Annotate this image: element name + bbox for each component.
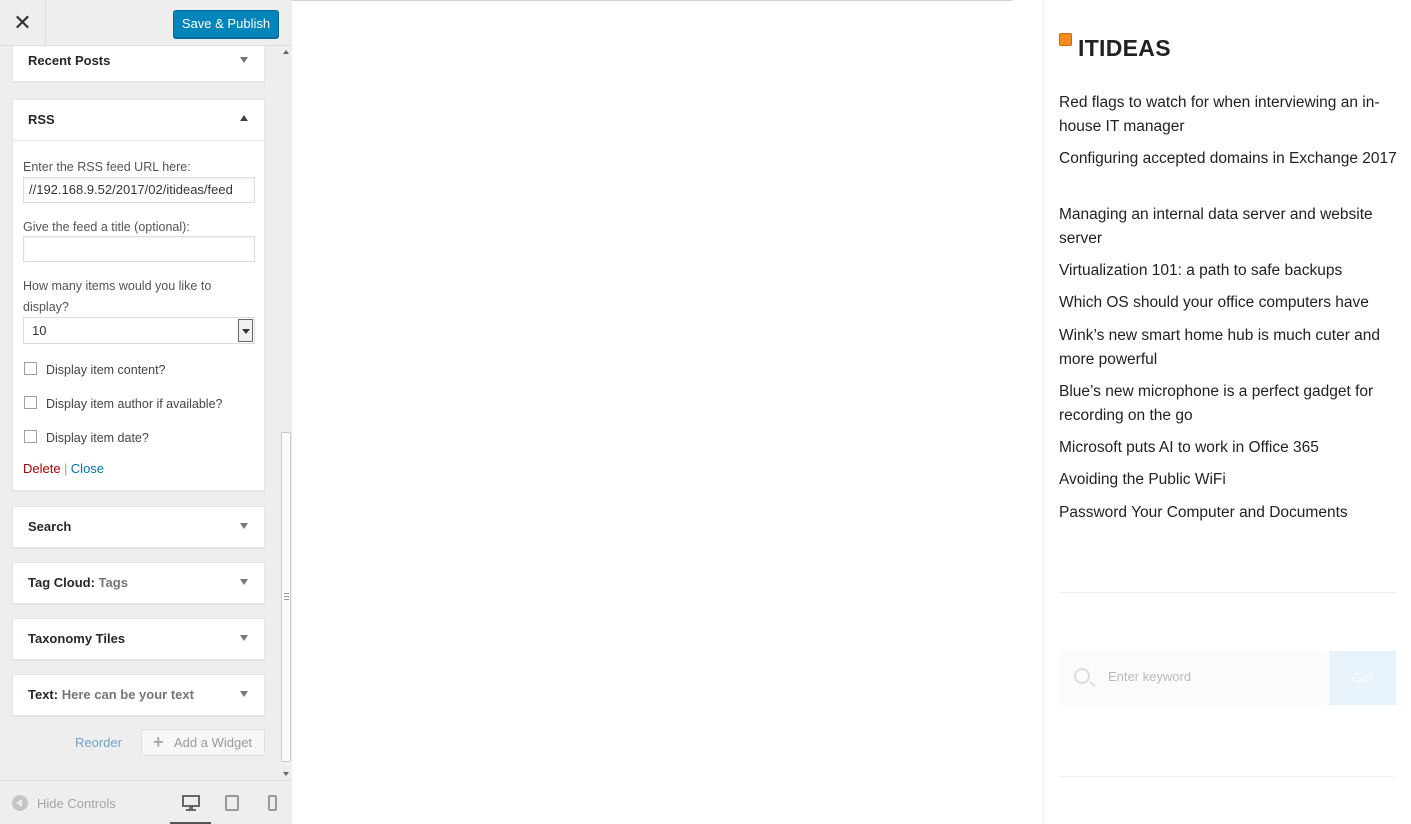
widget-subtitle: Tags xyxy=(98,575,128,590)
widget-title-text: Search xyxy=(28,519,72,534)
hide-controls-label: Hide Controls xyxy=(37,796,116,811)
widget-title[interactable]: Taxonomy Tiles xyxy=(13,619,264,659)
feed-title-input[interactable] xyxy=(23,236,255,262)
chevron-down-icon[interactable] xyxy=(240,691,248,697)
items-count-label: How many items would you like to xyxy=(23,279,212,293)
chevron-down-icon[interactable] xyxy=(240,523,248,529)
rss-url-input[interactable]: //192.168.9.52/2017/02/itideas/feed xyxy=(23,177,255,203)
display-author-checkbox[interactable] xyxy=(24,396,37,409)
rss-url-label: Enter the RSS feed URL here: xyxy=(23,160,191,174)
widget-title[interactable]: RSS xyxy=(13,100,264,140)
chevron-down-icon[interactable] xyxy=(238,319,253,342)
desktop-icon[interactable] xyxy=(182,795,200,811)
search-field[interactable]: Enter keyword xyxy=(1059,651,1327,705)
widget-tag-cloud[interactable]: Tag Cloud: Tags xyxy=(12,562,265,604)
widget-recent-posts[interactable]: Recent Posts xyxy=(12,46,265,82)
feed-item[interactable]: Configuring accepted domains in Exchange… xyxy=(1059,147,1399,171)
widget-text[interactable]: Text: Here can be your text xyxy=(12,674,265,716)
feed-item[interactable]: Password Your Computer and Documents xyxy=(1059,501,1399,525)
close-icon[interactable]: ✕ xyxy=(0,0,46,46)
widget-title[interactable]: Search xyxy=(13,507,264,547)
rss-icon[interactable] xyxy=(1059,33,1072,46)
chevron-up-icon[interactable] xyxy=(240,115,248,121)
chevron-down-icon[interactable] xyxy=(240,579,248,585)
hide-controls-button[interactable]: Hide Controls xyxy=(12,795,116,811)
delete-link[interactable]: Delete xyxy=(23,461,61,476)
widget-title-text: Text: xyxy=(28,687,59,702)
rss-widget-title[interactable]: ITIDEAS xyxy=(1078,35,1171,62)
items-count-label-2: display? xyxy=(23,300,69,314)
feed-item[interactable]: Managing an internal data server and web… xyxy=(1059,203,1399,250)
widget-title-text: Recent Posts xyxy=(28,53,111,68)
panel-scrollbar[interactable] xyxy=(280,46,292,780)
mobile-icon[interactable] xyxy=(268,795,277,811)
display-date-checkbox[interactable] xyxy=(24,430,37,443)
scroll-thumb[interactable] xyxy=(281,432,291,762)
widget-title[interactable]: Recent Posts xyxy=(13,46,264,81)
widget-title[interactable]: Text: Here can be your text xyxy=(13,675,264,715)
grip-icon xyxy=(284,593,289,600)
close-link[interactable]: Close xyxy=(71,461,104,476)
feed-item[interactable]: Which OS should your office computers ha… xyxy=(1059,291,1399,315)
scroll-down-icon[interactable] xyxy=(283,772,289,776)
widget-search[interactable]: Search xyxy=(12,506,265,548)
chevron-down-icon[interactable] xyxy=(240,57,248,63)
feed-item[interactable]: Virtualization 101: a path to safe backu… xyxy=(1059,259,1399,283)
plus-icon: + xyxy=(153,732,164,752)
items-count-value: 10 xyxy=(32,323,47,338)
divider xyxy=(1059,592,1396,593)
display-content-checkbox[interactable] xyxy=(24,362,37,375)
search-icon xyxy=(1074,668,1090,684)
feed-item[interactable]: Microsoft puts AI to work in Office 365 xyxy=(1059,436,1399,460)
hide-controls-icon xyxy=(12,795,28,811)
add-widget-button[interactable]: + Add a Widget xyxy=(141,729,265,756)
widgets-panel: Recent Posts RSS Enter the RSS feed URL … xyxy=(0,46,292,780)
chevron-down-icon[interactable] xyxy=(240,635,248,641)
display-date-label: Display item date? xyxy=(46,431,149,445)
display-content-label: Display item content? xyxy=(46,363,166,377)
divider xyxy=(1059,776,1396,777)
widget-title-text: Taxonomy Tiles xyxy=(28,631,126,646)
customizer-header: ✕ Save & Publish xyxy=(0,0,292,46)
feed-item[interactable]: Wink’s new smart home hub is much cuter … xyxy=(1059,324,1399,371)
separator: | xyxy=(64,462,68,476)
feed-item[interactable]: Blue’s new microphone is a perfect gadge… xyxy=(1059,380,1399,427)
widget-title-text: RSS xyxy=(28,112,55,127)
customizer-footer: Hide Controls xyxy=(0,780,292,824)
search-go-button[interactable]: Go! xyxy=(1329,651,1396,705)
search-input[interactable]: Enter keyword xyxy=(1108,669,1191,684)
widget-subtitle: Here can be your text xyxy=(61,687,194,702)
widget-rss: RSS Enter the RSS feed URL here: //192.1… xyxy=(12,99,265,491)
reorder-link[interactable]: Reorder xyxy=(75,735,122,750)
widget-taxonomy-tiles[interactable]: Taxonomy Tiles xyxy=(12,618,265,660)
widget-title[interactable]: Tag Cloud: Tags xyxy=(13,563,264,603)
widget-actions: Delete | Close xyxy=(23,461,104,476)
items-count-select[interactable]: 10 xyxy=(23,317,255,344)
customizer-sidebar: ✕ Save & Publish Recent Posts RSS Enter … xyxy=(0,0,292,824)
feed-title-label: Give the feed a title (optional): xyxy=(23,220,190,234)
feed-item[interactable]: Red flags to watch for when interviewing… xyxy=(1059,91,1399,138)
save-publish-button[interactable]: Save & Publish xyxy=(173,10,279,38)
scroll-up-icon[interactable] xyxy=(283,50,289,54)
tablet-icon[interactable] xyxy=(225,795,239,811)
widget-title-text: Tag Cloud: xyxy=(28,575,95,590)
rss-widget-form: Enter the RSS feed URL here: //192.168.9… xyxy=(13,140,264,490)
preview-top-border xyxy=(292,0,1012,1)
feed-item[interactable]: Avoiding the Public WiFi xyxy=(1059,468,1399,492)
preview-sidebar: ITIDEAS Red flags to watch for when inte… xyxy=(1043,0,1411,824)
display-author-label: Display item author if available? xyxy=(46,397,223,411)
add-widget-label: Add a Widget xyxy=(174,735,253,750)
